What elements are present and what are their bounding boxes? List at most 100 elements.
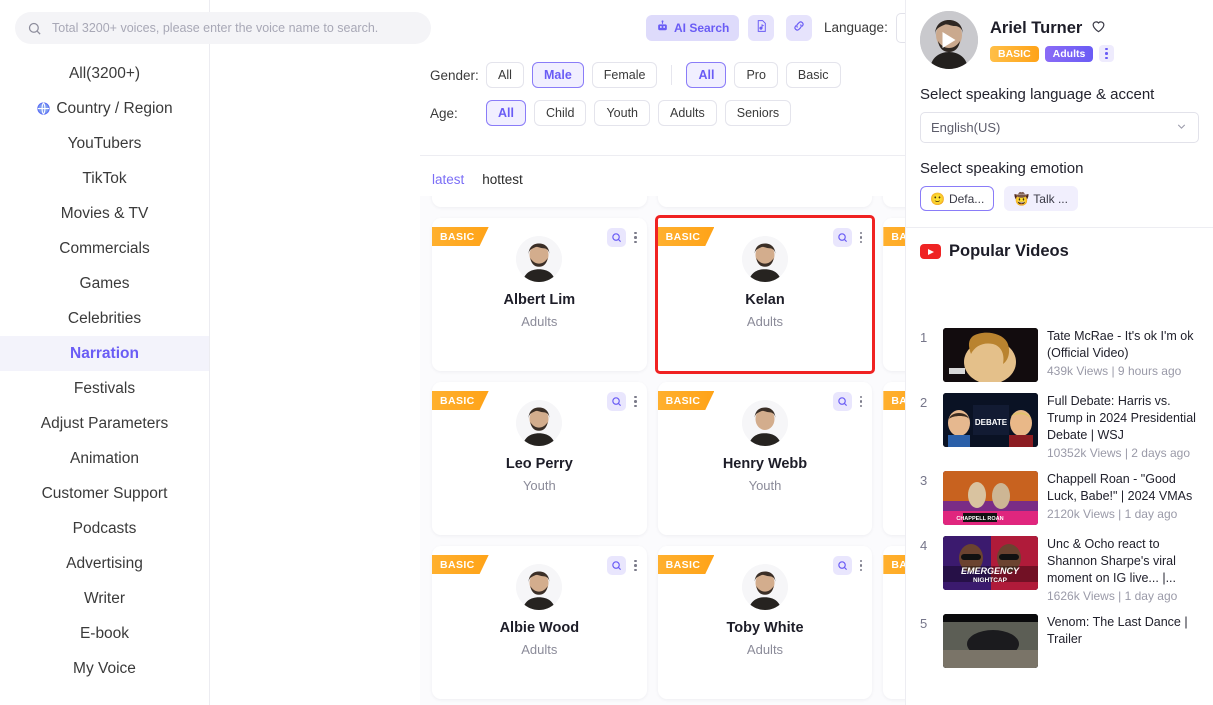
video-thumbnail[interactable]: [943, 328, 1038, 382]
avatar[interactable]: [741, 564, 788, 610]
video-meta: Full Debate: Harris vs. Trump in 2024 Pr…: [1047, 393, 1199, 460]
voice-card[interactable]: Youth: [432, 196, 647, 207]
voice-card-name: Henry Webb: [722, 456, 808, 472]
more-vertical-icon[interactable]: [634, 231, 637, 244]
sidebar-item-commercials[interactable]: Commercials: [0, 231, 209, 266]
search-input[interactable]: [50, 20, 419, 36]
age-label: Age:: [430, 105, 458, 121]
video-list-item[interactable]: 5 Venom: The Last Dance | Trailer: [920, 614, 1199, 668]
sidebar-item-my-voice[interactable]: My Voice: [0, 651, 209, 686]
sidebar-item-country-region[interactable]: Country / Region: [0, 91, 209, 126]
link-button[interactable]: [786, 15, 812, 41]
heart-icon[interactable]: [1090, 18, 1107, 39]
status-badge-basic: BASIC: [990, 45, 1039, 62]
sidebar-item-podcasts[interactable]: Podcasts: [0, 511, 209, 546]
voice-card-age: Adults: [521, 314, 558, 329]
status-badge: BASIC: [432, 227, 489, 246]
avatar[interactable]: [516, 400, 563, 446]
search-icon[interactable]: [607, 556, 627, 575]
video-meta: Unc & Ocho react to Shannon Sharpe's vir…: [1047, 536, 1199, 603]
status-badge: BASIC: [657, 227, 715, 246]
video-list-item[interactable]: 2 DEBATE Full Debate: Harris vs. Trump in …: [920, 393, 1199, 460]
card-tools: [607, 228, 637, 247]
search-icon[interactable]: [832, 228, 852, 247]
avatar[interactable]: [920, 11, 978, 69]
tier-chip-pro[interactable]: Pro: [734, 62, 778, 88]
sort-tab-latest[interactable]: latest: [432, 172, 464, 187]
emotion-option-1[interactable]: 🤠 Talk ...: [1004, 186, 1078, 211]
emotion-option-0[interactable]: 🙂 Defa...: [920, 186, 995, 211]
video-thumbnail[interactable]: EMERGENCY NIGHTCAP: [943, 536, 1038, 590]
search-box[interactable]: [15, 12, 431, 44]
video-thumbnail[interactable]: CHAPPELL ROAN: [943, 471, 1038, 525]
voice-card-name: Toby White: [726, 620, 804, 636]
music-file-button[interactable]: [748, 15, 774, 41]
sidebar-item-label: Commercials: [59, 239, 150, 257]
sidebar-item-all-3200[interactable]: All(3200+): [0, 56, 209, 91]
more-vertical-icon[interactable]: [634, 395, 637, 408]
age-chip-all[interactable]: All: [486, 100, 526, 126]
more-vertical-icon[interactable]: [859, 231, 863, 244]
sidebar-item-label: Festivals: [73, 379, 136, 397]
tier-chip-all[interactable]: All: [686, 62, 727, 88]
voice-card-name: Albert Lim: [503, 292, 576, 308]
avatar[interactable]: [516, 564, 563, 610]
sidebar-item-celebrities[interactable]: Celebrities: [0, 301, 209, 336]
avatar[interactable]: [741, 236, 788, 282]
search-icon[interactable]: [607, 228, 627, 247]
detail-panel: Ariel Turner BASIC Adults Select speakin…: [905, 0, 1213, 705]
voice-card-selected[interactable]: BASIC Kelan Adults: [654, 215, 876, 374]
more-vertical-icon[interactable]: [634, 559, 637, 572]
sidebar-item-customer-support[interactable]: Customer Support: [0, 476, 209, 511]
sidebar-item-advertising[interactable]: Advertising: [0, 546, 209, 581]
voice-name: Ariel Turner: [990, 18, 1199, 39]
voice-card[interactable]: Adults: [657, 196, 873, 207]
voice-card-name: Kelan: [745, 292, 785, 308]
avatar[interactable]: [516, 236, 563, 282]
sidebar-item-label: Writer: [83, 589, 126, 607]
voice-card[interactable]: BASIC Henry Webb Youth: [657, 382, 873, 535]
accent-select[interactable]: English(US): [920, 112, 1199, 143]
search-icon[interactable]: [832, 392, 852, 411]
age-chip-adults[interactable]: Adults: [658, 100, 717, 126]
more-vertical-icon[interactable]: [1099, 44, 1114, 63]
robot-icon: [656, 20, 669, 36]
status-badge-age: Adults: [1044, 45, 1094, 62]
sidebar-item-festivals[interactable]: Festivals: [0, 371, 209, 406]
age-chip-youth[interactable]: Youth: [594, 100, 651, 126]
search-icon[interactable]: [832, 556, 852, 575]
avatar[interactable]: [741, 400, 788, 446]
ai-search-button[interactable]: AI Search: [646, 15, 740, 41]
sidebar-item-adjust-parameters[interactable]: Adjust Parameters: [0, 406, 209, 441]
sidebar-item-movies-tv[interactable]: Movies & TV: [0, 196, 209, 231]
video-list-item[interactable]: 4 EMERGENCY NIGHTCAP Unc & Ocho react to Sh…: [920, 536, 1199, 603]
sidebar-item-tiktok[interactable]: TikTok: [0, 161, 209, 196]
age-chip-child[interactable]: Child: [533, 100, 587, 126]
emoji-icon: 🤠: [1014, 191, 1030, 206]
age-chip-seniors[interactable]: Seniors: [724, 100, 792, 126]
video-thumbnail[interactable]: [943, 614, 1038, 668]
gender-chip-female[interactable]: Female: [591, 62, 658, 88]
video-thumbnail[interactable]: DEBATE: [943, 393, 1038, 447]
sidebar-item-e-book[interactable]: E-book: [0, 616, 209, 651]
voice-card[interactable]: BASIC Leo Perry Youth: [432, 382, 647, 535]
sidebar-item-youtubers[interactable]: YouTubers: [0, 126, 209, 161]
search-icon[interactable]: [607, 392, 627, 411]
gender-chip-all[interactable]: All: [486, 62, 524, 88]
sidebar-item-label: Celebrities: [67, 309, 142, 327]
sidebar-item-animation[interactable]: Animation: [0, 441, 209, 476]
sidebar-item-games[interactable]: Games: [0, 266, 209, 301]
voice-card[interactable]: BASIC Albert Lim Adults: [432, 218, 647, 371]
voice-card[interactable]: BASIC Toby White Adults: [657, 546, 873, 699]
more-vertical-icon[interactable]: [859, 395, 863, 408]
sort-tab-hottest[interactable]: hottest: [482, 172, 523, 187]
tier-chip-basic[interactable]: Basic: [785, 62, 841, 88]
sidebar-item-narration[interactable]: Narration: [0, 336, 209, 371]
video-list-item[interactable]: 1 Tate McRae - It's ok I'm ok (Official V…: [920, 328, 1199, 382]
gender-chip-male[interactable]: Male: [532, 62, 584, 88]
sidebar-item-writer[interactable]: Writer: [0, 581, 209, 616]
card-tools: [832, 392, 863, 411]
video-list-item[interactable]: 3 CHAPPELL ROAN Chappell Roan - "Good Luck…: [920, 471, 1199, 525]
voice-card[interactable]: BASIC Albie Wood Adults: [432, 546, 647, 699]
more-vertical-icon[interactable]: [859, 559, 863, 572]
